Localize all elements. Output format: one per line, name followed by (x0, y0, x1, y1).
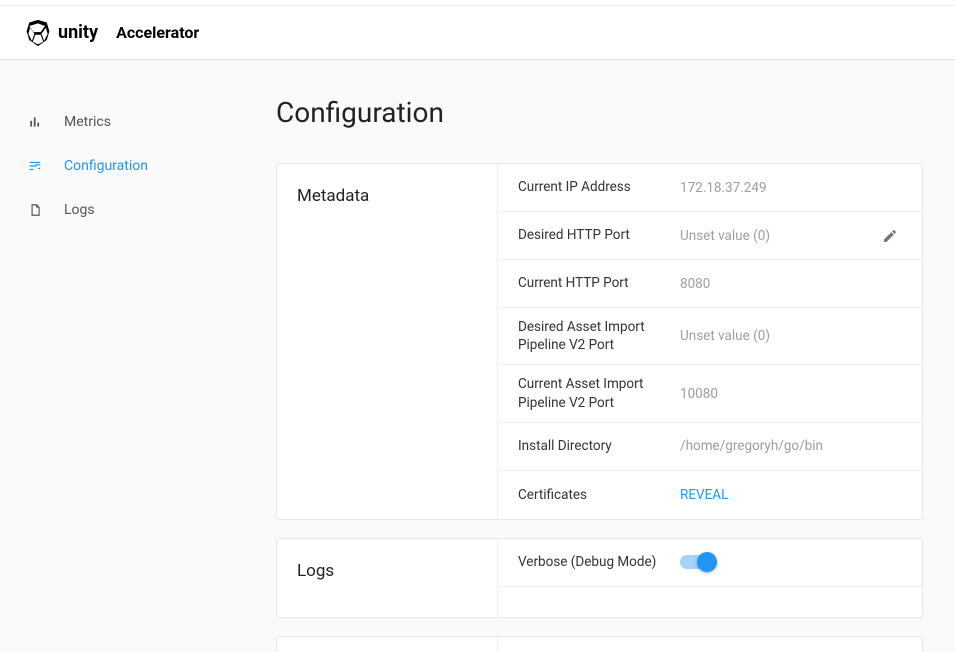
row-empty (497, 587, 922, 617)
sidebar: Metrics Configuration Logs (0, 60, 260, 652)
row-value: /home/gregoryh/go/bin (680, 438, 902, 454)
app-title: Accelerator (116, 23, 199, 42)
row-value (680, 555, 902, 569)
unity-cube-icon (24, 19, 52, 47)
row-value: 8080 (680, 276, 902, 292)
row-desired-http-port: Desired HTTP Port Unset value (0) (497, 212, 922, 260)
row-current-http-port: Current HTTP Port 8080 (497, 260, 922, 308)
row-current-ip: Current IP Address 172.18.37.249 (497, 164, 922, 212)
row-value: 172.18.37.249 (680, 180, 902, 196)
row-verbose: Verbose (Debug Mode) (497, 539, 922, 587)
row-label: Desired HTTP Port (518, 226, 668, 244)
row-label: Verbose (Debug Mode) (518, 553, 668, 571)
sidebar-item-label: Configuration (64, 158, 148, 174)
sidebar-item-configuration[interactable]: Configuration (0, 144, 260, 188)
section-title: Metadata (277, 164, 497, 519)
sidebar-item-metrics[interactable]: Metrics (0, 100, 260, 144)
row-label: Current HTTP Port (518, 274, 668, 292)
row-label: Desired Asset Import Pipeline V2 Port (518, 318, 668, 354)
row-label: Install Directory (518, 437, 668, 455)
row-certificates: Certificates REVEAL (497, 471, 922, 519)
logs-section: Logs Verbose (Debug Mode) (276, 538, 923, 618)
verbose-toggle[interactable] (680, 555, 714, 569)
section-title: Logs (277, 539, 497, 617)
row-value: Unset value (0) (680, 228, 866, 244)
row-label: Current IP Address (518, 178, 668, 196)
main-content: Configuration Metadata Current IP Addres… (260, 60, 955, 652)
page-title: Configuration (276, 96, 923, 129)
sidebar-item-logs[interactable]: Logs (0, 188, 260, 232)
pencil-icon (882, 228, 898, 244)
row-install-dir: Install Directory /home/gregoryh/go/bin (497, 423, 922, 471)
row-value: Unset value (0) (680, 328, 902, 344)
row-desired-asset-port: Desired Asset Import Pipeline V2 Port Un… (497, 308, 922, 365)
bar-chart-icon (26, 115, 44, 129)
row-label: Certificates (518, 486, 668, 504)
metadata-section: Metadata Current IP Address 172.18.37.24… (276, 163, 923, 520)
row-collab-id: ID accel_id (497, 637, 922, 652)
unity-logo: unity (24, 19, 98, 47)
sidebar-item-label: Logs (64, 202, 95, 218)
collaborate-section: Collaborate ID accel_id (276, 636, 923, 652)
row-value: 10080 (680, 386, 902, 402)
edit-button[interactable] (878, 228, 902, 244)
sidebar-item-label: Metrics (64, 114, 111, 130)
reveal-link[interactable]: REVEAL (680, 487, 902, 503)
row-label: Current Asset Import Pipeline V2 Port (518, 375, 668, 411)
app-header: unity Accelerator (0, 6, 955, 60)
section-title: Collaborate (277, 637, 497, 652)
document-icon (26, 203, 44, 217)
brand-text: unity (58, 22, 98, 43)
sliders-icon (26, 159, 44, 173)
row-current-asset-port: Current Asset Import Pipeline V2 Port 10… (497, 365, 922, 422)
